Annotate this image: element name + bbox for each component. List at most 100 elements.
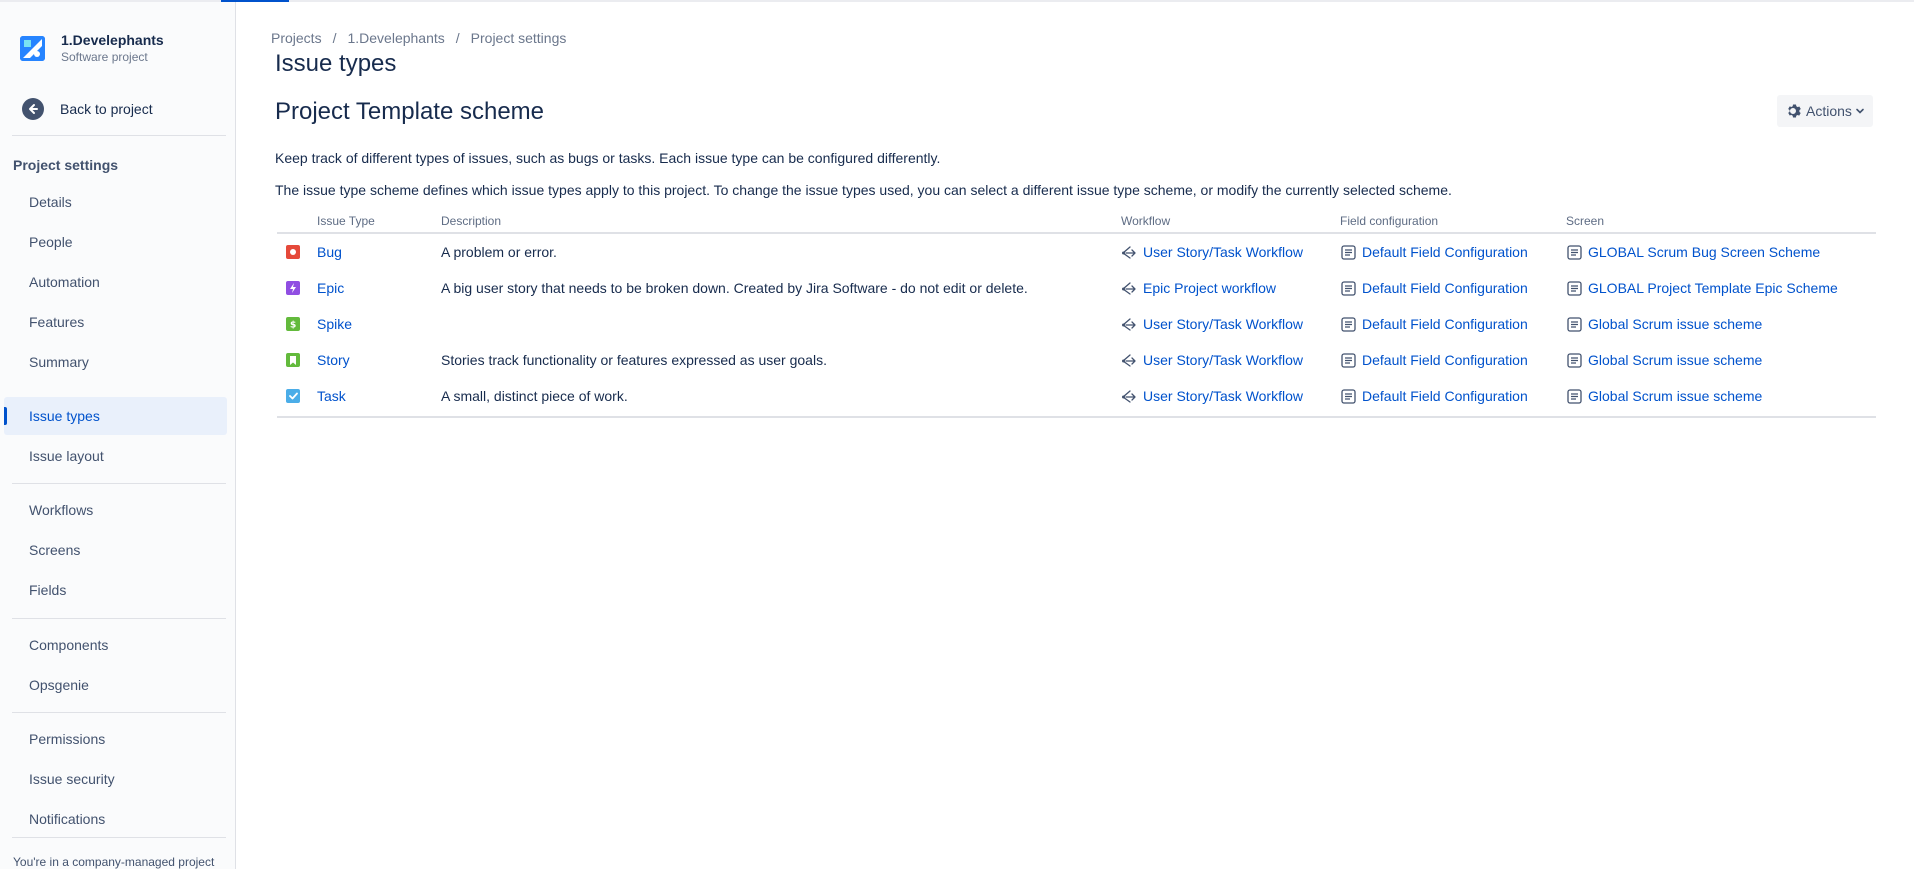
- screen-scheme-icon: [1566, 316, 1583, 333]
- scheme-description: The issue type scheme defines which issu…: [275, 182, 1452, 198]
- sidebar-item-automation[interactable]: Automation: [4, 263, 227, 301]
- table-header: Issue Type Description Workflow Field co…: [277, 210, 1876, 234]
- svg-text:$: $: [290, 321, 296, 330]
- sidebar-item-issue-security[interactable]: Issue security: [4, 760, 227, 798]
- table-row: Bug A problem or error. User Story/Task Wo…: [277, 234, 1876, 270]
- screen-scheme-link[interactable]: Global Scrum issue scheme: [1588, 316, 1762, 332]
- table-row: $ Spike User Story/Task Workflow Default Fi…: [277, 306, 1876, 342]
- spike-icon: $: [286, 317, 300, 331]
- sidebar-divider: [12, 135, 226, 136]
- sidebar-section-title: Project settings: [13, 157, 119, 173]
- project-avatar-icon: [20, 36, 45, 61]
- screen-scheme-link[interactable]: GLOBAL Scrum Bug Screen Scheme: [1588, 244, 1820, 260]
- project-type: Software project: [61, 50, 148, 64]
- back-to-project-link[interactable]: Back to project: [22, 98, 153, 120]
- workflow-link[interactable]: User Story/Task Workflow: [1143, 388, 1303, 404]
- breadcrumb-projects[interactable]: Projects: [271, 30, 322, 46]
- sidebar-item-opsgenie[interactable]: Opsgenie: [4, 666, 227, 704]
- workflow-icon: [1121, 316, 1138, 333]
- column-header-description: Description: [441, 214, 502, 228]
- field-configuration-icon: [1340, 388, 1357, 405]
- epic-icon: [286, 281, 300, 295]
- breadcrumb-project-settings[interactable]: Project settings: [471, 30, 567, 46]
- sidebar-item-permissions[interactable]: Permissions: [4, 720, 227, 758]
- issue-type-link[interactable]: Task: [317, 378, 346, 414]
- sidebar-divider: [12, 483, 226, 484]
- workflow-icon: [1121, 244, 1138, 261]
- sidebar-item-fields[interactable]: Fields: [4, 571, 227, 609]
- actions-label: Actions: [1806, 103, 1852, 119]
- screen-scheme-link[interactable]: Global Scrum issue scheme: [1588, 388, 1762, 404]
- sidebar-item-notifications[interactable]: Notifications: [4, 800, 227, 838]
- screen-scheme-icon: [1566, 388, 1583, 405]
- sidebar-item-issue-layout[interactable]: Issue layout: [4, 437, 227, 475]
- issue-type-link[interactable]: Bug: [317, 234, 342, 270]
- chevron-down-icon: [1856, 108, 1864, 114]
- field-configuration-link[interactable]: Default Field Configuration: [1362, 316, 1528, 332]
- issue-type-description: A big user story that needs to be broken…: [441, 280, 1028, 296]
- issue-type-description: A small, distinct piece of work.: [441, 388, 628, 404]
- column-header-field-configuration: Field configuration: [1340, 214, 1439, 228]
- sidebar: 1.Develephants Software project Back to …: [0, 2, 236, 869]
- task-icon: [286, 389, 300, 403]
- field-configuration-link[interactable]: Default Field Configuration: [1362, 280, 1528, 296]
- column-header-issue-type: Issue Type: [317, 214, 375, 228]
- workflow-link[interactable]: Epic Project workflow: [1143, 280, 1276, 296]
- sidebar-item-components[interactable]: Components: [4, 626, 227, 664]
- field-configuration-icon: [1340, 280, 1357, 297]
- table-row: Task A small, distinct piece of work. User…: [277, 378, 1876, 414]
- workflow-link[interactable]: User Story/Task Workflow: [1143, 244, 1303, 260]
- back-to-project-label: Back to project: [60, 101, 153, 117]
- breadcrumb: Projects / 1.Develephants / Project sett…: [271, 30, 566, 46]
- company-managed-footer: You're in a company-managed project: [13, 855, 215, 869]
- table-bottom-border: [277, 416, 1876, 418]
- sidebar-item-details[interactable]: Details: [4, 183, 227, 221]
- gear-icon: [1788, 104, 1801, 118]
- issue-type-link[interactable]: Spike: [317, 306, 352, 342]
- issue-type-description: A problem or error.: [441, 244, 557, 260]
- workflow-link[interactable]: User Story/Task Workflow: [1143, 352, 1303, 368]
- project-header[interactable]: 1.Develephants Software project: [20, 32, 164, 65]
- sidebar-item-summary[interactable]: Summary: [4, 343, 227, 381]
- breadcrumb-separator: /: [455, 30, 460, 46]
- column-header-screen: Screen: [1566, 214, 1605, 228]
- workflow-icon: [1121, 388, 1138, 405]
- field-configuration-icon: [1340, 316, 1357, 333]
- breadcrumb-project[interactable]: 1.Develephants: [347, 30, 444, 46]
- page-title: Issue types: [275, 50, 397, 77]
- field-configuration-link[interactable]: Default Field Configuration: [1362, 244, 1528, 260]
- workflow-icon: [1121, 352, 1138, 369]
- field-configuration-link[interactable]: Default Field Configuration: [1362, 388, 1528, 404]
- breadcrumb-separator: /: [332, 30, 337, 46]
- field-configuration-icon: [1340, 352, 1357, 369]
- field-configuration-icon: [1340, 244, 1357, 261]
- bug-icon: [286, 245, 300, 259]
- workflow-link[interactable]: User Story/Task Workflow: [1143, 316, 1303, 332]
- workflow-icon: [1121, 280, 1138, 297]
- issue-type-link[interactable]: Epic: [317, 270, 344, 306]
- column-header-workflow: Workflow: [1121, 214, 1171, 228]
- sidebar-divider: [12, 712, 226, 713]
- sidebar-item-people[interactable]: People: [4, 223, 227, 261]
- actions-button[interactable]: Actions: [1777, 95, 1873, 127]
- issue-types-description: Keep track of different types of issues,…: [275, 150, 941, 166]
- sidebar-item-issue-types[interactable]: Issue types: [4, 397, 227, 435]
- issue-type-description: Stories track functionality or features …: [441, 352, 827, 368]
- arrow-left-icon: [22, 98, 44, 120]
- screen-scheme-link[interactable]: GLOBAL Project Template Epic Scheme: [1588, 280, 1838, 296]
- sidebar-item-screens[interactable]: Screens: [4, 531, 227, 569]
- table-row: Epic A big user story that needs to be br…: [277, 270, 1876, 306]
- project-name: 1.Develephants: [61, 32, 164, 48]
- table-row: Story Stories track functionality or feat…: [277, 342, 1876, 378]
- sidebar-divider: [12, 618, 226, 619]
- scheme-title: Project Template scheme: [275, 98, 545, 125]
- sidebar-item-workflows[interactable]: Workflows: [4, 491, 227, 529]
- table-body: Bug A problem or error. User Story/Task Wo…: [277, 234, 1876, 414]
- screen-scheme-icon: [1566, 280, 1583, 297]
- screen-scheme-link[interactable]: Global Scrum issue scheme: [1588, 352, 1762, 368]
- screen-scheme-icon: [1566, 352, 1583, 369]
- sidebar-divider: [12, 837, 226, 838]
- sidebar-item-features[interactable]: Features: [4, 303, 227, 341]
- issue-type-link[interactable]: Story: [317, 342, 350, 378]
- field-configuration-link[interactable]: Default Field Configuration: [1362, 352, 1528, 368]
